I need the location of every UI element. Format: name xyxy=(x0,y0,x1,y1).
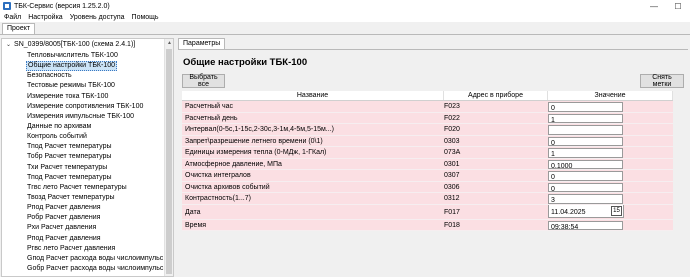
project-tree[interactable]: ⌄ SN_0399/8005[ТБК-100 (схема 2.4.1)] Те… xyxy=(1,38,174,277)
column-value[interactable]: Значение xyxy=(548,91,673,100)
tab-parameters[interactable]: Параметры xyxy=(178,38,226,49)
tree-item[interactable]: Контроль событий xyxy=(26,132,173,142)
column-address[interactable]: Адрес в приборе xyxy=(444,91,548,100)
table-row[interactable]: Расчетный день F022 1 xyxy=(182,112,673,124)
value-input[interactable]: 1 xyxy=(548,148,623,158)
tree-item[interactable]: Твозд Расчет температуры xyxy=(26,193,173,203)
table-row[interactable]: Очистка интегралов 0307 0 xyxy=(182,170,673,182)
date-picker[interactable]: 11.04.2025 15 xyxy=(548,204,624,218)
menu-help[interactable]: Помощь xyxy=(132,14,159,21)
tree-item[interactable]: Ргвс лето Расчет давления xyxy=(26,244,173,254)
value-input[interactable]: 09:38:54 xyxy=(548,220,623,230)
table-header: Название Адрес в приборе Значение xyxy=(182,91,673,101)
tree-scroll-thumb[interactable] xyxy=(166,49,172,274)
table-row[interactable]: Очистка архивов событий 0306 0 xyxy=(182,181,673,193)
param-address: F018 xyxy=(444,221,460,229)
table-row[interactable]: Контрастность(1...7) 0312 3 xyxy=(182,193,673,205)
param-name: Единицы измерения тепла (0-МДж, 1-ГКал) xyxy=(185,149,327,156)
param-name: Очистка архивов событий xyxy=(185,183,270,191)
tree-item[interactable]: Тепловычислитель ТБК-100 xyxy=(26,51,173,61)
tab-divider xyxy=(0,34,690,35)
value-input[interactable] xyxy=(548,125,623,135)
calendar-icon[interactable]: 15 xyxy=(611,205,622,216)
table-row[interactable]: Интервал(0-5с,1-15с,2-30с,3-1м,4-5м,5-15… xyxy=(182,124,673,136)
column-name[interactable]: Название xyxy=(182,91,444,100)
scroll-up-icon[interactable]: ▲ xyxy=(165,39,173,48)
tree-items: Тепловычислитель ТБК-100 Общие настройки … xyxy=(26,51,173,274)
value-input[interactable]: 0,1000 xyxy=(548,159,623,169)
param-address: F017 xyxy=(444,208,460,216)
minimize-button[interactable]: — xyxy=(642,0,666,12)
title-bar: ТБК-Сервис (версия 1.25.2.0) — ☐ xyxy=(0,0,690,12)
table-row[interactable]: Запрет\разрешение летнего времени (0\1) 0… xyxy=(182,135,673,147)
param-address: 073A xyxy=(444,149,461,156)
menu-bar: Файл Настройка Уровень доступа Помощь xyxy=(0,12,690,22)
table-row[interactable]: Дата F017 11.04.2025 15 xyxy=(182,204,673,220)
tree-root[interactable]: ⌄ SN_0399/8005[ТБК-100 (схема 2.4.1)] xyxy=(6,41,135,48)
tree-item[interactable]: Рхи Расчет давления xyxy=(26,223,173,233)
param-name: Атмосферное давление, МПа xyxy=(185,160,282,168)
tree-item[interactable]: Данные по архивам xyxy=(26,122,173,132)
param-address: F022 xyxy=(444,114,460,122)
tree-root-label: SN_0399/8005[ТБК-100 (схема 2.4.1)] xyxy=(14,41,136,48)
tree-item[interactable]: Gпод Расчет расхода воды числоимпульс да… xyxy=(26,254,173,264)
app-icon xyxy=(3,2,11,10)
param-address: 0301 xyxy=(444,160,460,168)
tree-item[interactable]: Тгвс лето Расчет температуры xyxy=(26,183,173,193)
tree-item[interactable]: Тхи Расчет температуры xyxy=(26,163,173,173)
param-address: F020 xyxy=(444,126,460,133)
date-value: 11.04.2025 xyxy=(551,208,586,216)
tree-item[interactable]: Рпод Расчет давления xyxy=(26,203,173,213)
maximize-button[interactable]: ☐ xyxy=(666,0,690,12)
param-address: 0306 xyxy=(444,183,460,191)
table-row[interactable]: Единицы измерения тепла (0-МДж, 1-ГКал) 0… xyxy=(182,147,673,159)
tree-item[interactable]: Измерение сопротивления ТБК-100 xyxy=(26,102,173,112)
menu-file[interactable]: Файл xyxy=(4,14,21,21)
chevron-down-icon[interactable]: ⌄ xyxy=(6,41,11,48)
tree-item[interactable]: Тобр Расчет температуры xyxy=(26,152,173,162)
table-body: Расчетный час F023 0 Расчетный день F022 1 Инт… xyxy=(182,101,673,231)
parameters-table: Название Адрес в приборе Значение Расчет… xyxy=(182,91,673,231)
param-name: Контрастность(1...7) xyxy=(185,195,251,202)
clear-marks-button[interactable]: Снять метки xyxy=(640,74,684,88)
menu-settings[interactable]: Настройка xyxy=(28,14,62,21)
tree-item[interactable]: Робр Расчет давления xyxy=(26,213,173,223)
param-name: Интервал(0-5с,1-15с,2-30с,3-1м,4-5м,5-15… xyxy=(185,126,334,133)
tree-item[interactable]: Gобр Расчет расхода воды числоимпульс да… xyxy=(26,264,173,274)
param-address: 0312 xyxy=(444,195,460,202)
value-input[interactable]: 0 xyxy=(548,171,623,181)
tree-item[interactable]: Тпод Расчет температуры xyxy=(26,173,173,183)
param-address: 0303 xyxy=(444,137,460,145)
value-input[interactable]: 0 xyxy=(548,102,623,112)
tree-item[interactable]: Безопасность xyxy=(26,71,173,81)
tree-item[interactable]: Измерения импульсные ТБК-100 xyxy=(26,112,173,122)
param-name: Дата xyxy=(185,208,201,216)
tree-item[interactable]: Рпод Расчет давления xyxy=(26,234,173,244)
table-row[interactable]: Атмосферное давление, МПа 0301 0,1000 xyxy=(182,158,673,170)
value-input[interactable]: 0 xyxy=(548,182,623,192)
tab-project[interactable]: Проект xyxy=(2,23,36,34)
tree-item[interactable]: Тестовые режимы ТБК-100 xyxy=(26,81,173,91)
tree-scrollbar[interactable]: ▲ xyxy=(164,39,173,276)
param-name: Очистка интегралов xyxy=(185,172,251,179)
param-address: F023 xyxy=(444,103,460,110)
value-input[interactable]: 3 xyxy=(548,194,623,204)
table-row[interactable]: Расчетный час F023 0 xyxy=(182,101,673,113)
tree-item[interactable]: Тпод Расчет температуры xyxy=(26,142,173,152)
tree-item[interactable]: Общие настройки ТБК-100 xyxy=(26,61,117,72)
page-title: Общие настройки ТБК-100 xyxy=(183,57,308,68)
menu-access-level[interactable]: Уровень доступа xyxy=(70,14,125,21)
param-name: Расчетный день xyxy=(185,114,238,122)
select-all-button[interactable]: Выбрать все xyxy=(182,74,225,88)
param-name: Расчетный час xyxy=(185,103,234,110)
value-input[interactable]: 1 xyxy=(548,113,623,123)
table-row[interactable]: Время F018 09:38:54 xyxy=(182,219,673,231)
param-name: Запрет\разрешение летнего времени (0\1) xyxy=(185,137,323,145)
parameters-panel: Общие настройки ТБК-100 Выбрать все Снят… xyxy=(178,49,688,277)
window-title: ТБК-Сервис (версия 1.25.2.0) xyxy=(14,2,110,10)
param-name: Время xyxy=(185,221,207,229)
param-address: 0307 xyxy=(444,172,460,179)
value-input[interactable]: 0 xyxy=(548,136,623,146)
tree-item[interactable]: Измерение тока ТБК-100 xyxy=(26,92,173,102)
